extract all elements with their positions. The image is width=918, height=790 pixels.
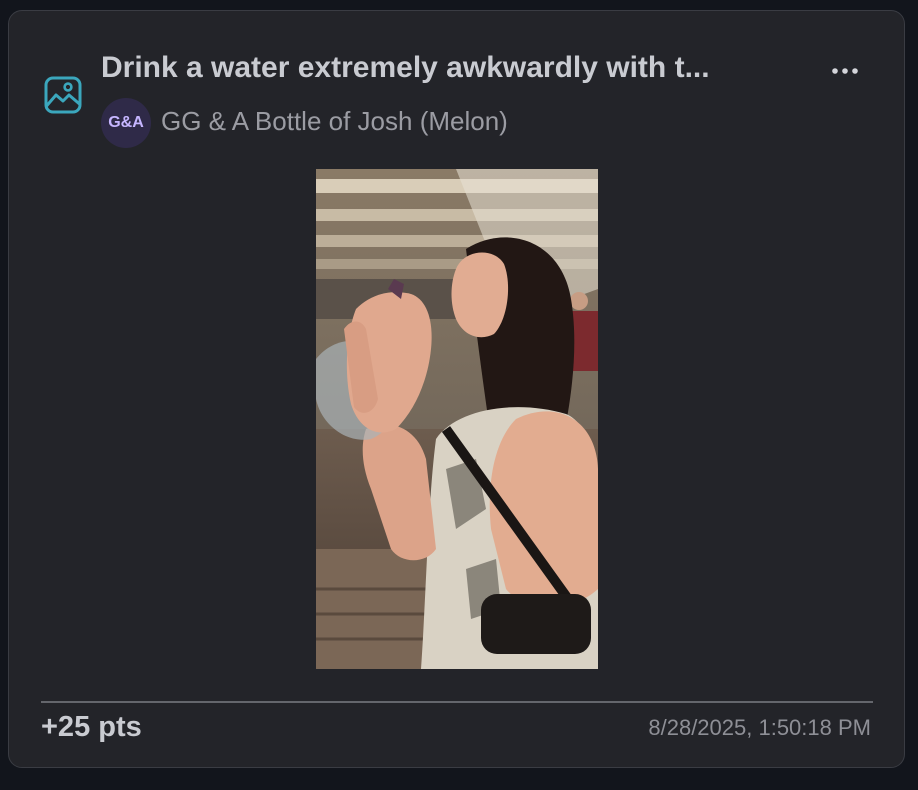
team-name[interactable]: GG & A Bottle of Josh (Melon) xyxy=(161,106,508,137)
card-divider xyxy=(41,701,873,703)
more-horizontal-icon xyxy=(832,68,858,74)
points-value: +25 pts xyxy=(41,711,142,743)
team-avatar: G&A xyxy=(101,98,151,148)
photo-image xyxy=(316,169,598,669)
submission-photo[interactable] xyxy=(316,169,598,669)
submission-title: Drink a water extremely awkwardly with t… xyxy=(101,51,710,84)
more-options-button[interactable] xyxy=(827,57,863,85)
submission-card[interactable]: Drink a water extremely awkwardly with t… xyxy=(8,10,905,768)
submission-timestamp: 8/28/2025, 1:50:18 PM xyxy=(648,715,871,740)
image-icon xyxy=(43,75,83,115)
